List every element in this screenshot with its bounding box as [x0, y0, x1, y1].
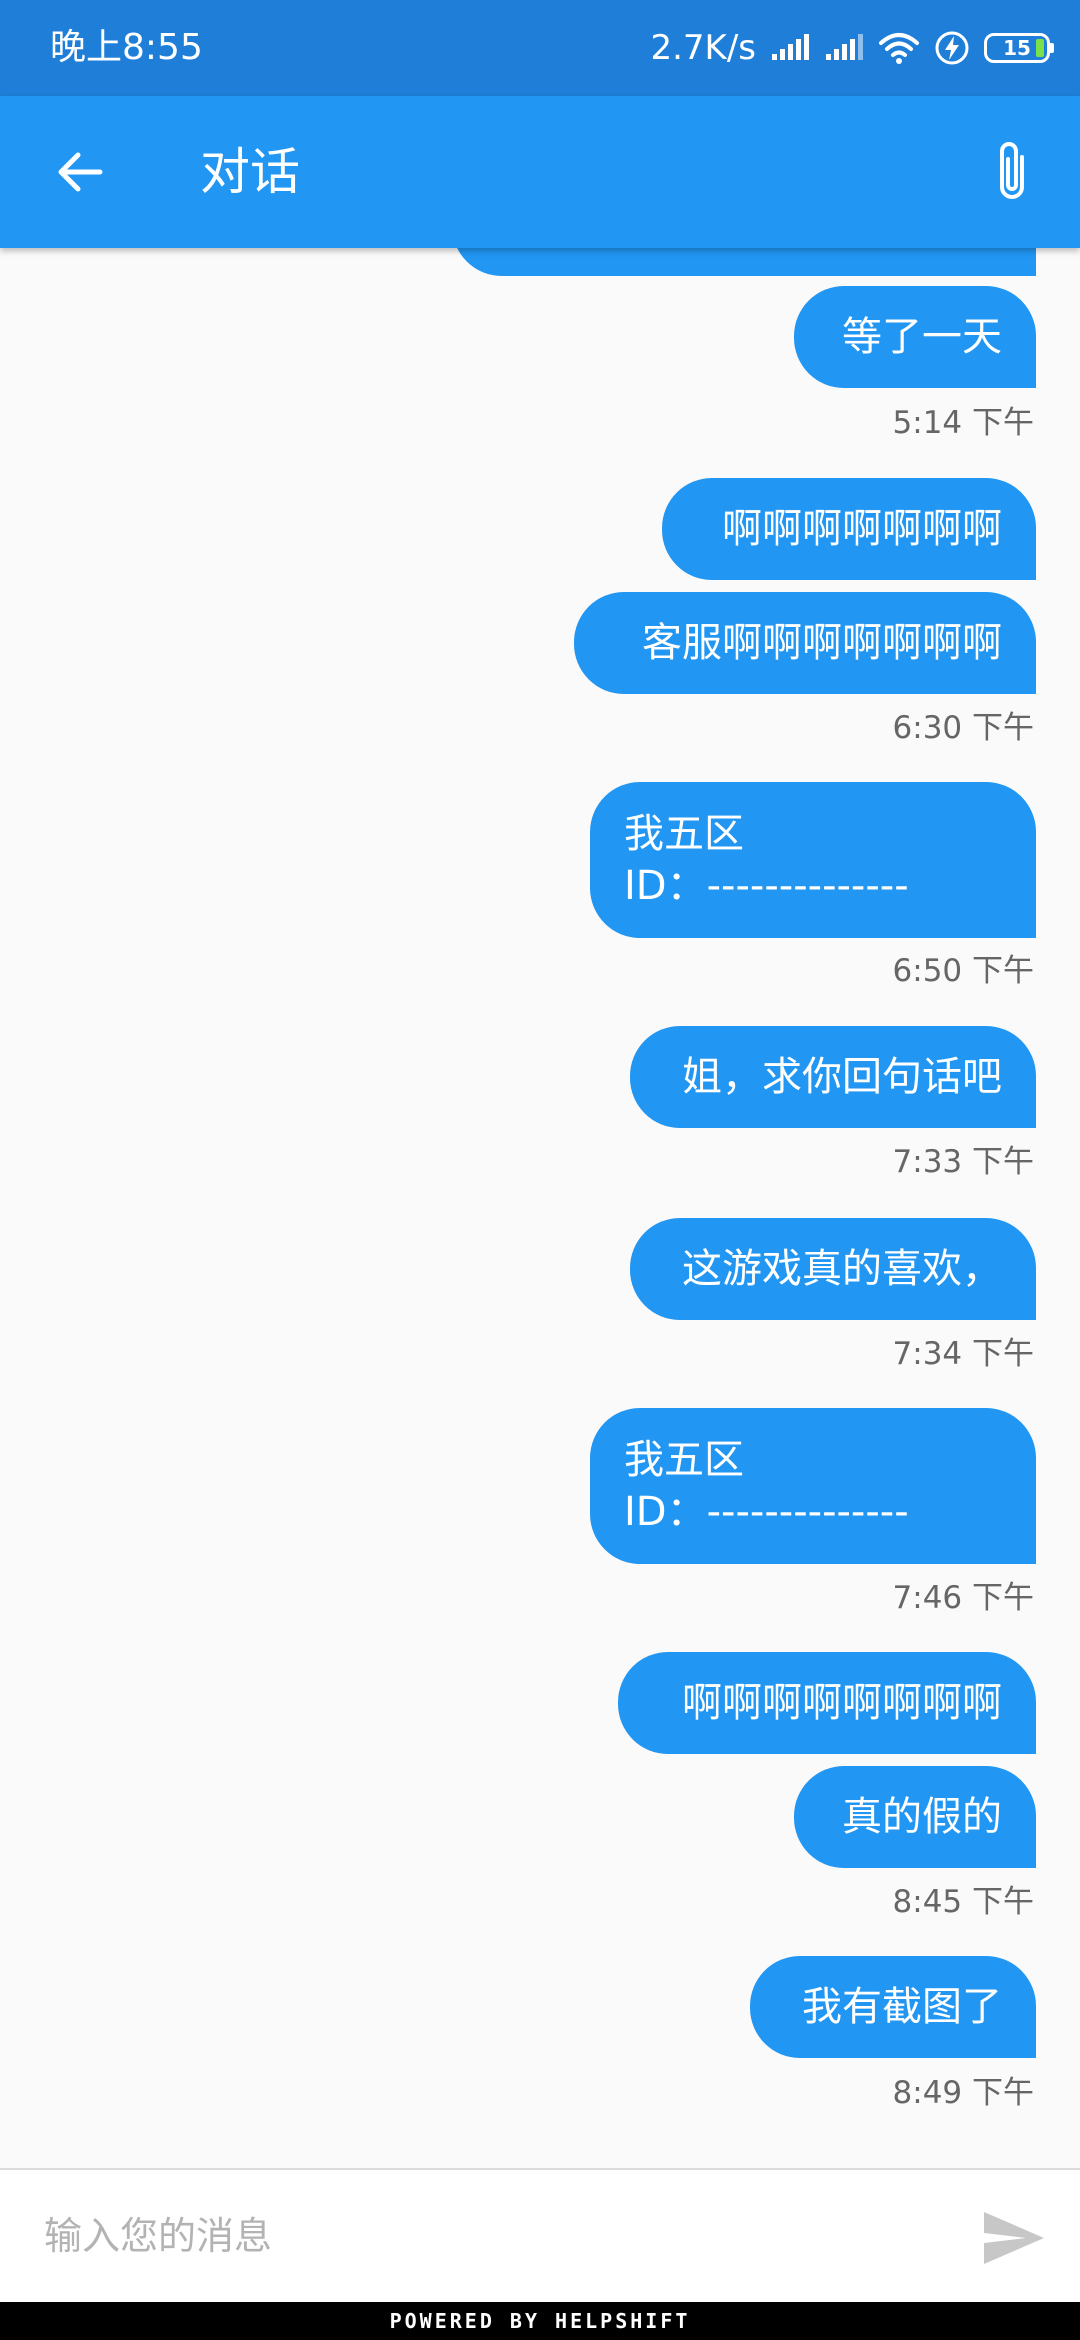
wifi-icon — [879, 33, 919, 64]
compose-bar — [0, 2168, 1080, 2302]
message-bubble: 这游戏真的喜欢， — [630, 1218, 1036, 1320]
message-bubble: 客服啊啊啊啊啊啊啊 — [574, 592, 1036, 694]
signal-icon — [772, 34, 809, 60]
send-icon — [984, 2212, 1044, 2264]
message-bubble: 我有截图了 — [750, 1956, 1036, 2058]
status-time: 晚上8:55 — [50, 27, 203, 68]
message-timestamp: 6:50 下午 — [892, 953, 1034, 989]
send-button[interactable] — [976, 2200, 1052, 2276]
battery-level: 15 — [1003, 36, 1031, 60]
powered-by-footer: POWERED BY HELPSHIFT — [0, 2302, 1080, 2340]
message-bubble: 真的假的 — [794, 1766, 1036, 1868]
attach-button[interactable] — [974, 134, 1050, 210]
signal-icon — [826, 34, 863, 60]
message-text: 我有截图了 — [802, 1984, 1002, 2030]
message-text: 我五区 ID：-------------- — [624, 1437, 909, 1535]
message-bubble: 啊啊啊啊啊啊啊啊 — [618, 1652, 1036, 1754]
message-text: 客服啊啊啊啊啊啊啊 — [642, 620, 1002, 666]
charging-icon — [935, 31, 969, 65]
message-text: 啊啊啊啊啊啊啊 — [722, 506, 1002, 552]
status-icons: 2.7K/s 15 — [650, 22, 1054, 74]
page-title: 对话 — [200, 143, 300, 201]
network-speed: 2.7K/s — [650, 28, 756, 68]
message-text: 啊啊啊啊啊啊啊啊 — [682, 1680, 1002, 1726]
battery-icon: 15 — [984, 33, 1054, 63]
message-text: 等了一天 — [842, 314, 1002, 360]
message-text: 姐，求你回句话吧 — [682, 1054, 1002, 1100]
message-bubble: 姐，求你回句话吧 — [630, 1026, 1036, 1128]
message-text: 这游戏真的喜欢， — [682, 1246, 1002, 1292]
back-button[interactable] — [40, 132, 120, 212]
message-timestamp: 6:30 下午 — [892, 710, 1034, 746]
message-input[interactable] — [44, 2198, 924, 2274]
message-list[interactable]: 等了一天 5:14 下午 啊啊啊啊啊啊啊 客服啊啊啊啊啊啊啊 6:30 下午 我… — [0, 248, 1080, 2168]
message-bubble: 啊啊啊啊啊啊啊 — [662, 478, 1036, 580]
app-bar: 对话 — [0, 96, 1080, 248]
message-timestamp: 7:33 下午 — [892, 1144, 1034, 1180]
status-bar: 晚上8:55 2.7K/s 15 — [0, 0, 1080, 96]
message-timestamp: 5:14 下午 — [892, 405, 1034, 441]
message-bubble: 我五区 ID：-------------- — [590, 1408, 1036, 1564]
paperclip-icon — [1000, 142, 1024, 199]
message-bubble — [452, 248, 1036, 276]
message-timestamp: 7:34 下午 — [892, 1336, 1034, 1372]
message-bubble: 等了一天 — [794, 286, 1036, 388]
arrow-left-icon — [58, 152, 103, 192]
message-bubble: 我五区 ID：-------------- — [590, 782, 1036, 938]
message-text: 真的假的 — [842, 1794, 1002, 1840]
message-timestamp: 7:46 下午 — [892, 1580, 1034, 1616]
message-timestamp: 8:49 下午 — [892, 2075, 1034, 2111]
message-timestamp: 8:45 下午 — [892, 1884, 1034, 1920]
message-text: 我五区 ID：-------------- — [624, 811, 909, 909]
